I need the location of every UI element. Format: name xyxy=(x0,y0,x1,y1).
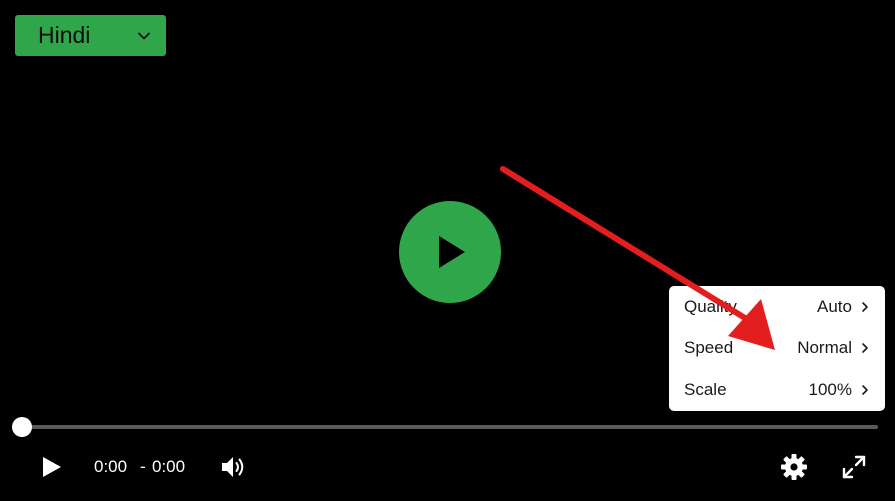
duration: 0:00 xyxy=(152,457,186,476)
menu-item-label: Speed xyxy=(684,338,734,357)
progress-thumb[interactable] xyxy=(12,417,32,437)
time-separator: - xyxy=(140,457,146,476)
video-player[interactable]: Hindi Quality Auto Speed Normal Scale 10… xyxy=(0,0,895,501)
play-icon xyxy=(430,232,470,272)
settings-menu-item-speed[interactable]: Speed Normal xyxy=(669,327,885,369)
volume-button[interactable] xyxy=(219,453,249,481)
volume-icon xyxy=(220,454,248,480)
menu-item-label: Scale xyxy=(684,380,727,399)
menu-item-label: Quality xyxy=(684,297,737,316)
settings-menu-item-scale[interactable]: Scale 100% xyxy=(669,369,885,411)
fullscreen-button[interactable] xyxy=(840,453,868,481)
progress-bar[interactable] xyxy=(22,425,878,429)
menu-item-value: 100% xyxy=(808,380,852,399)
settings-menu: Quality Auto Speed Normal Scale 100% xyxy=(669,286,885,411)
big-play-button[interactable] xyxy=(399,201,501,303)
chevron-down-icon xyxy=(136,28,152,44)
menu-item-value: Normal xyxy=(797,338,852,357)
menu-item-value: Auto xyxy=(817,297,852,316)
settings-button[interactable] xyxy=(779,452,809,482)
settings-menu-item-quality[interactable]: Quality Auto xyxy=(669,286,885,328)
play-icon xyxy=(40,456,62,478)
chevron-right-icon xyxy=(861,384,869,396)
gear-icon xyxy=(780,453,808,481)
play-button[interactable] xyxy=(36,452,66,482)
chevron-right-icon xyxy=(861,301,869,313)
chevron-right-icon xyxy=(861,342,869,354)
language-select[interactable]: Hindi xyxy=(15,15,166,56)
current-time: 0:00 xyxy=(94,457,128,476)
fullscreen-icon xyxy=(841,454,867,480)
language-select-value: Hindi xyxy=(38,22,91,48)
